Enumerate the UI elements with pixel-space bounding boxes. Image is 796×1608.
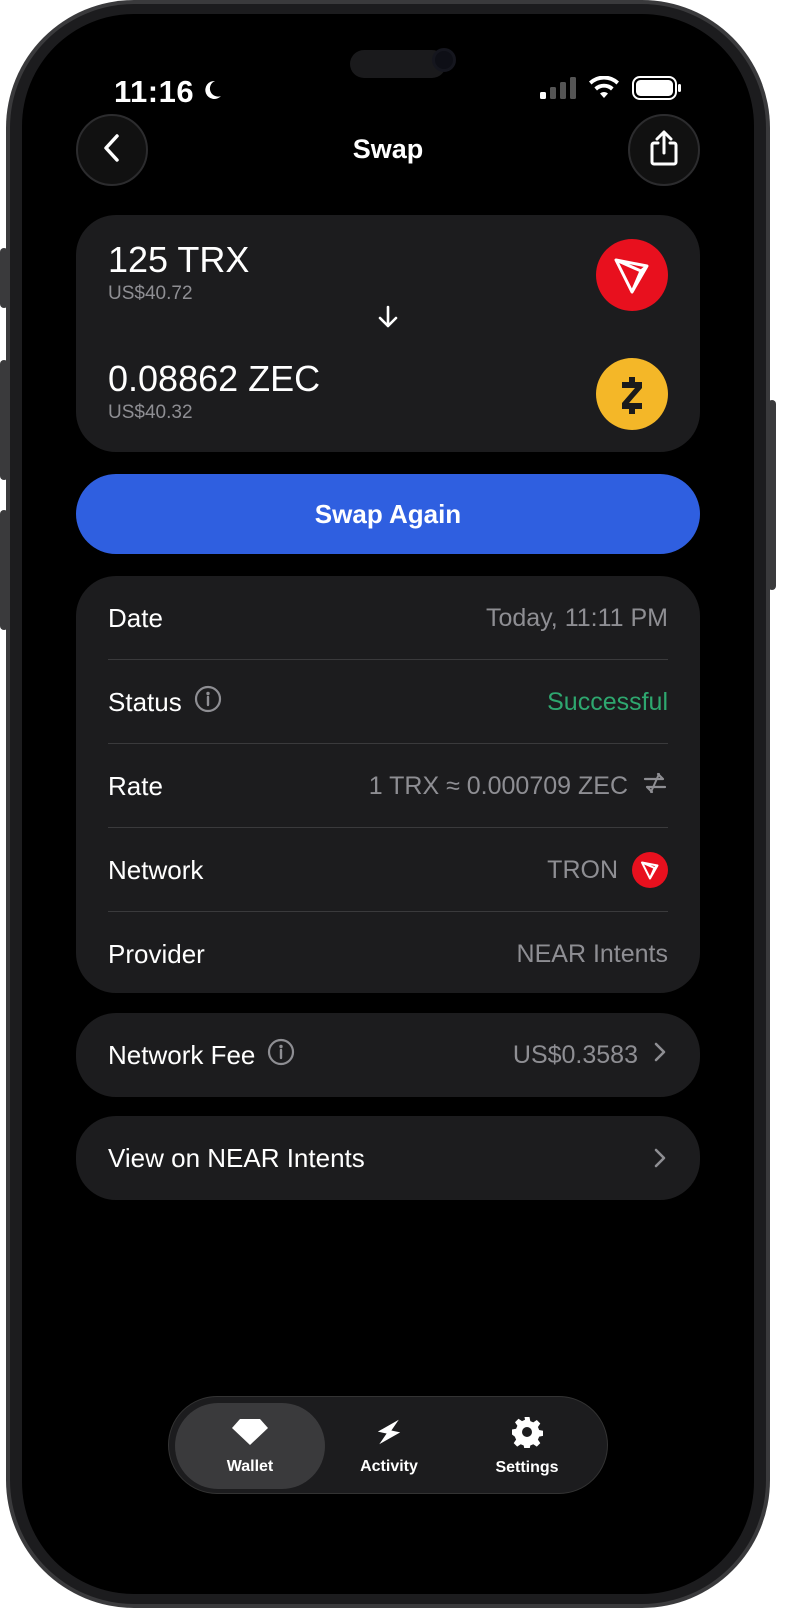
volume-up-button <box>0 360 8 480</box>
chevron-right-icon <box>652 1146 668 1170</box>
info-icon[interactable] <box>194 685 222 720</box>
status-time: 11:16 <box>114 74 224 110</box>
tab-bar: Wallet Activity Settings <box>168 1396 608 1494</box>
tron-icon <box>596 239 668 311</box>
status-icons <box>540 75 682 105</box>
power-button <box>768 400 776 590</box>
swap-direction-icon[interactable] <box>642 770 668 803</box>
from-usd-value: US$40.72 <box>108 283 193 304</box>
to-amount: 0.08862 ZEC <box>108 358 321 399</box>
zcash-icon <box>596 358 668 430</box>
page-title: Swap <box>352 134 424 164</box>
moon-icon <box>200 74 224 110</box>
tab-wallet[interactable]: Wallet <box>175 1403 325 1489</box>
navigation-bar: Swap <box>76 114 700 188</box>
rate-value-group: 1 TRX ≈ 0.000709 ZEC <box>369 770 668 803</box>
provider-value: NEAR Intents <box>516 939 668 968</box>
detail-row-rate: Rate 1 TRX ≈ 0.000709 ZEC <box>108 744 668 828</box>
status-time-text: 11:16 <box>114 74 195 109</box>
fee-label: Network Fee <box>108 1039 256 1070</box>
tab-settings-label: Settings <box>495 1458 559 1476</box>
info-icon[interactable] <box>267 1038 295 1073</box>
to-asset-row: 0.08862 ZEC US$40.32 <box>108 358 668 438</box>
share-button[interactable] <box>628 114 700 186</box>
tab-activity[interactable]: Activity <box>329 1403 449 1489</box>
volume-down-button <box>0 510 8 630</box>
network-label: Network <box>108 854 204 885</box>
detail-row-network: Network TRON <box>108 828 668 912</box>
tab-wallet-label: Wallet <box>226 1457 274 1475</box>
battery-icon <box>632 76 682 105</box>
wifi-icon <box>588 75 620 105</box>
fee-value: US$0.3583 <box>512 1040 638 1069</box>
swap-again-button[interactable]: Swap Again <box>76 474 700 554</box>
gear-icon <box>511 1416 544 1453</box>
action-button <box>0 248 8 308</box>
network-fee-row[interactable]: Network Fee US$0.3583 <box>76 1013 700 1097</box>
chevron-right-icon <box>652 1040 668 1071</box>
screen: 11:16 Swap 125 TRX US$40.72 0.08862 ZEC … <box>22 14 754 1594</box>
date-value: Today, 11:11 PM <box>485 603 668 632</box>
status-value: Successful <box>547 687 668 716</box>
lightning-icon <box>374 1417 404 1452</box>
tab-settings[interactable]: Settings <box>465 1403 589 1489</box>
network-value: TRON <box>547 855 618 884</box>
arrow-down-icon <box>374 303 402 336</box>
from-amount: 125 TRX <box>108 239 250 280</box>
explorer-content: View on NEAR Intents <box>108 1116 668 1200</box>
network-value-group: TRON <box>547 852 668 888</box>
rate-label: Rate <box>108 770 163 801</box>
status-label: Status <box>108 686 182 717</box>
to-usd-value: US$40.32 <box>108 402 193 423</box>
swap-summary-card: 125 TRX US$40.72 0.08862 ZEC US$40.32 <box>76 215 700 452</box>
network-fee-content: Network Fee US$0.3583 <box>108 1013 668 1097</box>
share-icon <box>647 129 681 172</box>
details-card: Date Today, 11:11 PM Status Successful R… <box>76 576 700 993</box>
cellular-signal-icon <box>540 77 576 104</box>
detail-row-provider: Provider NEAR Intents <box>108 912 668 996</box>
tab-activity-label: Activity <box>360 1457 418 1475</box>
detail-row-status: Status Successful <box>108 660 668 744</box>
status-label-group: Status <box>108 685 222 720</box>
explorer-label: View on NEAR Intents <box>108 1142 365 1173</box>
fee-value-group: US$0.3583 <box>513 1040 668 1071</box>
diamond-icon <box>231 1417 269 1452</box>
view-on-explorer-row[interactable]: View on NEAR Intents <box>76 1116 700 1200</box>
tron-network-icon <box>632 852 668 888</box>
detail-row-date: Date Today, 11:11 PM <box>108 576 668 660</box>
date-label: Date <box>108 602 163 633</box>
rate-value: 1 TRX ≈ 0.000709 ZEC <box>368 771 628 800</box>
fee-label-group: Network Fee <box>108 1038 295 1073</box>
provider-label: Provider <box>108 938 205 969</box>
